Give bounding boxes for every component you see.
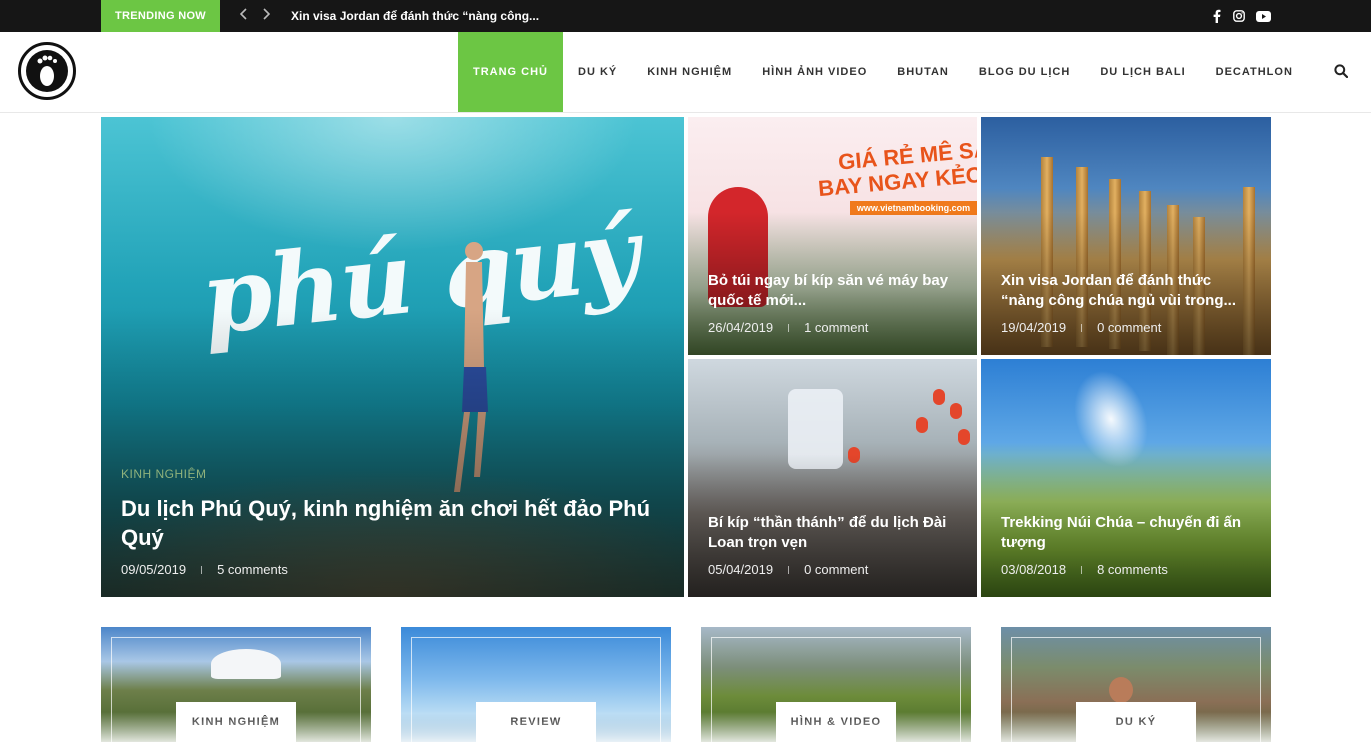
nav-item-blog-du-lich[interactable]: BLOG DU LỊCH — [964, 32, 1085, 112]
facebook-icon[interactable] — [1212, 9, 1222, 23]
post-date: 05/04/2019 — [708, 562, 774, 577]
meta-divider — [1081, 565, 1083, 574]
post-comments[interactable]: 8 comments — [1097, 562, 1168, 577]
nav-item-du-ky[interactable]: DU KÝ — [563, 32, 632, 112]
category-tile-kinh-nghiem[interactable]: KINH NGHIỆM — [101, 627, 371, 742]
post-title[interactable]: Xin visa Jordan để đánh thức “nàng công … — [1001, 271, 1256, 310]
post-card-airfare[interactable]: GIÁ RẺ MÊ SA BAY NGAY KẺO www.vietnamboo… — [688, 117, 977, 355]
category-label[interactable]: KINH NGHIỆM — [176, 702, 296, 742]
trending-headline-link[interactable]: Xin visa Jordan để đánh thức “nàng công.… — [291, 0, 539, 32]
footprint-icon — [37, 55, 57, 86]
nav-item-bhutan[interactable]: BHUTAN — [882, 32, 964, 112]
category-label[interactable]: DU KÝ — [1076, 702, 1196, 742]
hero-title[interactable]: Du lịch Phú Quý, kinh nghiệm ăn chơi hết… — [121, 495, 661, 552]
nav-item-trang-chu[interactable]: TRANG CHỦ — [458, 32, 563, 112]
category-tile-hinh-video[interactable]: HÌNH & VIDEO — [701, 627, 971, 742]
lantern — [958, 429, 970, 445]
hero-gradient — [101, 309, 684, 597]
nav-item-hinh-anh-video[interactable]: HÌNH ẢNH VIDEO — [747, 32, 882, 112]
post-card-taiwan[interactable]: Bí kíp “thần thánh” để du lịch Đài Loan … — [688, 359, 977, 597]
search-icon[interactable] — [1334, 64, 1350, 80]
post-meta: 19/04/2019 0 comment — [1001, 320, 1161, 335]
category-label[interactable]: HÌNH & VIDEO — [776, 702, 896, 742]
instagram-icon[interactable] — [1232, 9, 1245, 23]
post-title[interactable]: Bí kíp “thần thánh” để du lịch Đài Loan … — [708, 513, 958, 552]
post-title[interactable]: Trekking Núi Chúa – chuyến đi ấn tượng — [1001, 513, 1251, 552]
trending-label: TRENDING NOW — [101, 0, 220, 32]
main-nav: TRANG CHỦ DU KÝ KINH NGHIỆM HÌNH ẢNH VID… — [458, 32, 1308, 112]
post-date: 03/08/2018 — [1001, 562, 1067, 577]
category-tile-du-ky[interactable]: DU KÝ — [1001, 627, 1271, 742]
post-card-nui-chua[interactable]: Trekking Núi Chúa – chuyến đi ấn tượng 0… — [981, 359, 1271, 597]
post-card-jordan[interactable]: Xin visa Jordan để đánh thức “nàng công … — [981, 117, 1271, 355]
post-title[interactable]: Bỏ túi ngay bí kíp săn vé máy bay quốc t… — [708, 271, 958, 310]
chevron-right-icon[interactable] — [259, 8, 273, 24]
category-tile-review[interactable]: REVIEW — [401, 627, 671, 742]
post-comments[interactable]: 5 comments — [217, 562, 288, 577]
post-date: 09/05/2019 — [121, 562, 187, 577]
meta-divider — [788, 323, 790, 332]
category-label[interactable]: REVIEW — [476, 702, 596, 742]
site-logo[interactable] — [18, 42, 76, 100]
lantern — [916, 417, 928, 433]
post-date: 26/04/2019 — [708, 320, 774, 335]
site-header: TRANG CHỦ DU KÝ KINH NGHIỆM HÌNH ẢNH VID… — [0, 32, 1371, 113]
trending-bar: TRENDING NOW Xin visa Jordan để đánh thứ… — [0, 0, 1371, 32]
lantern — [933, 389, 945, 405]
featured-post-card[interactable]: phú quý KINH NGHIỆM Du lịch Phú Quý, kin… — [101, 117, 684, 597]
post-meta: 26/04/2019 1 comment — [708, 320, 868, 335]
post-meta: 05/04/2019 0 comment — [708, 562, 868, 577]
lantern — [950, 403, 962, 419]
nav-item-kinh-nghiem[interactable]: KINH NGHIỆM — [632, 32, 747, 112]
nav-item-decathlon[interactable]: DECATHLON — [1201, 32, 1308, 112]
hero-category[interactable]: KINH NGHIỆM — [121, 467, 207, 481]
post-comments[interactable]: 0 comment — [804, 562, 868, 577]
youtube-icon[interactable] — [1256, 9, 1271, 23]
chevron-left-icon[interactable] — [237, 8, 251, 24]
meta-divider — [1081, 323, 1083, 332]
post-comments[interactable]: 0 comment — [1097, 320, 1161, 335]
hero-meta: 09/05/2019 5 comments — [121, 562, 288, 577]
post-comments[interactable]: 1 comment — [804, 320, 868, 335]
nav-item-du-lich-bali[interactable]: DU LỊCH BALI — [1085, 32, 1200, 112]
meta-divider — [201, 565, 203, 574]
meta-divider — [788, 565, 790, 574]
post-meta: 03/08/2018 8 comments — [1001, 562, 1168, 577]
post-date: 19/04/2019 — [1001, 320, 1067, 335]
